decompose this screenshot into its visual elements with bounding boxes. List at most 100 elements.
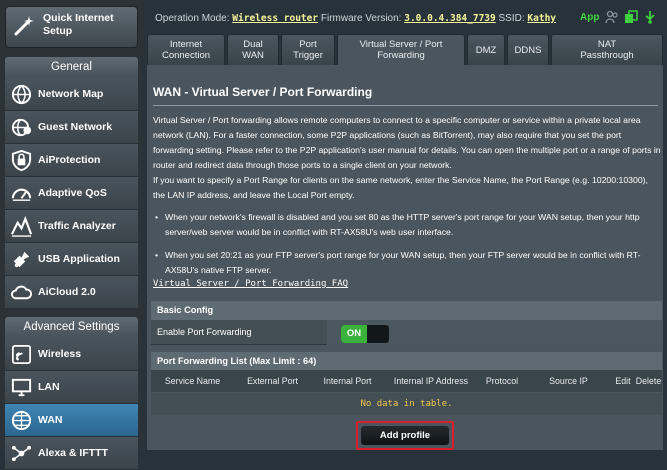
wand-icon	[14, 16, 34, 36]
column-header-protocol: Protocol	[485, 376, 519, 386]
sidebar-item-label: AiProtection	[38, 154, 101, 166]
tab-label: Virtual Server / Port	[359, 39, 443, 50]
column-header-external-port: External Port	[247, 376, 298, 386]
port-forwarding-list-header: Port Forwarding List (Max Limit : 64)	[151, 352, 662, 371]
column-header-source-ip: Source IP	[549, 376, 588, 386]
sidebar-item-label: AiCloud 2.0	[38, 286, 96, 298]
sidebar-item-wan[interactable]: WAN	[5, 404, 138, 437]
sidebar-item-aicloud[interactable]: AiCloud 2.0	[5, 276, 138, 309]
tab-port-trigger[interactable]: Port Trigger	[281, 34, 335, 65]
lock-shield-icon	[11, 149, 32, 172]
empty-table-message: No data in table.	[151, 393, 662, 415]
tab-dmz[interactable]: DMZ	[467, 34, 505, 65]
tab-label: NAT	[597, 39, 617, 50]
table-header: Service Name External Port Internal Port…	[151, 370, 662, 392]
users-icon[interactable]	[605, 10, 619, 24]
app-link[interactable]: App	[580, 12, 599, 23]
tab-nat-passthrough[interactable]: NAT Passthrough	[551, 34, 663, 65]
quick-setup-label-line1: Quick Internet	[43, 12, 114, 24]
add-profile-highlight: Add profile	[356, 421, 454, 450]
sidebar-item-label: Guest Network	[38, 121, 113, 133]
cloud-icon	[10, 285, 33, 300]
sidebar: Quick Internet Setup General Network Map…	[0, 0, 143, 470]
description-text: Virtual Server / Port forwarding allows …	[153, 113, 661, 203]
page-title: WAN - Virtual Server / Port Forwarding	[153, 85, 373, 99]
column-header-internal-port: Internal Port	[323, 376, 372, 386]
tab-label: Forwarding	[377, 50, 425, 61]
enable-port-forwarding-toggle[interactable]: ON	[341, 325, 389, 343]
sidebar-item-label: Wireless	[38, 348, 82, 360]
tab-label: Connection	[161, 50, 211, 61]
sidebar-item-label: USB Application	[38, 253, 120, 265]
advanced-menu: Wireless LAN WAN Alexa & IFTTT	[5, 338, 138, 470]
toggle-on-label: ON	[341, 325, 367, 343]
wan-globe-icon	[11, 410, 32, 431]
sidebar-item-lan[interactable]: LAN	[5, 371, 138, 404]
sidebar-item-label: Network Map	[38, 88, 104, 100]
operation-mode-label: Operation Mode:	[155, 13, 230, 24]
tab-label: DDNS	[514, 44, 542, 56]
sidebar-item-network-map[interactable]: Network Map	[5, 78, 138, 111]
basic-config-header: Basic Config	[151, 301, 662, 320]
note-text: When your network's firewall is disabled…	[165, 212, 640, 237]
title-divider	[153, 105, 658, 106]
sidebar-item-adaptive-qos[interactable]: Adaptive QoS	[5, 177, 138, 210]
network-nodes-icon	[11, 445, 32, 462]
sidebar-item-aiprotection[interactable]: AiProtection	[5, 144, 138, 177]
tab-label: WAN	[242, 50, 264, 61]
sidebar-item-label: Adaptive QoS	[38, 187, 107, 199]
general-section-header: General	[5, 57, 138, 78]
puzzle-icon	[13, 251, 30, 268]
sidebar-item-label: Alexa & IFTTT	[38, 447, 109, 459]
enable-port-forwarding-row: Enable Port Forwarding ON	[151, 320, 662, 345]
sidebar-item-usb-application[interactable]: USB Application	[5, 243, 138, 276]
add-profile-button[interactable]: Add profile	[361, 426, 449, 445]
sidebar-item-guest-network[interactable]: Guest Network	[5, 111, 138, 144]
globe-icon	[11, 84, 32, 105]
copy-icon[interactable]	[624, 10, 638, 24]
tab-internet-connection[interactable]: Internet Connection	[147, 34, 225, 65]
column-header-internal-ip: Internal IP Address	[393, 376, 469, 386]
ssid-link[interactable]: Kathy	[527, 13, 556, 24]
sidebar-item-label: Traffic Analyzer	[38, 220, 116, 232]
status-bar: Operation Mode: Wireless router Firmware…	[143, 0, 667, 32]
sidebar-item-alexa-ifttt[interactable]: Alexa & IFTTT	[5, 437, 138, 470]
tab-label: Trigger	[293, 50, 323, 61]
tab-label: Passthrough	[580, 50, 634, 61]
main-panel: WAN - Virtual Server / Port Forwarding V…	[147, 65, 663, 450]
monitor-icon	[11, 378, 32, 397]
description-paragraph: Virtual Server / Port forwarding allows …	[153, 115, 661, 170]
column-header-service-name: Service Name	[164, 376, 221, 386]
note-bullet: • When your network's firewall is disabl…	[153, 210, 661, 240]
sidebar-item-traffic-analyzer[interactable]: Traffic Analyzer	[5, 210, 138, 243]
guest-globe-icon	[11, 118, 32, 137]
column-header-edit: Edit	[615, 376, 631, 386]
faq-link[interactable]: Virtual Server / Port Forwarding FAQ	[153, 279, 348, 289]
sidebar-item-label: WAN	[38, 414, 63, 426]
firmware-label: Firmware Version:	[320, 13, 402, 24]
gauge-icon	[11, 188, 32, 201]
tab-label: Dual	[243, 39, 263, 50]
tab-virtual-server-port-forwarding[interactable]: Virtual Server / Port Forwarding	[337, 34, 465, 65]
tab-ddns[interactable]: DDNS	[507, 34, 549, 65]
ssid-label: SSID:	[498, 13, 525, 24]
traffic-chart-icon	[10, 215, 33, 237]
quick-internet-setup-button[interactable]: Quick Internet Setup	[5, 6, 138, 48]
tab-dual-wan[interactable]: Dual WAN	[227, 34, 279, 65]
tab-label: DMZ	[475, 44, 497, 56]
enable-port-forwarding-label: Enable Port Forwarding	[157, 327, 252, 337]
sidebar-item-label: LAN	[38, 381, 60, 393]
advanced-section-header: Advanced Settings	[5, 317, 138, 338]
usb-icon[interactable]	[643, 10, 657, 24]
tab-label: Port	[299, 39, 317, 50]
note-bullet: • When you set 20:21 as your FTP server'…	[153, 248, 661, 278]
description-port-range: If you want to specify a Port Range for …	[153, 175, 648, 200]
sidebar-item-wireless[interactable]: Wireless	[5, 338, 138, 371]
quick-setup-label-line2: Setup	[43, 25, 73, 37]
firmware-version-link[interactable]: 3.0.0.4.384_7739	[404, 13, 496, 24]
tab-label: Internet	[169, 39, 203, 50]
note-text: When you set 20:21 as your FTP server's …	[165, 250, 641, 275]
general-menu: Network Map Guest Network AiProtection A…	[5, 78, 138, 309]
wifi-icon	[12, 345, 31, 364]
operation-mode-link[interactable]: Wireless router	[232, 13, 318, 24]
